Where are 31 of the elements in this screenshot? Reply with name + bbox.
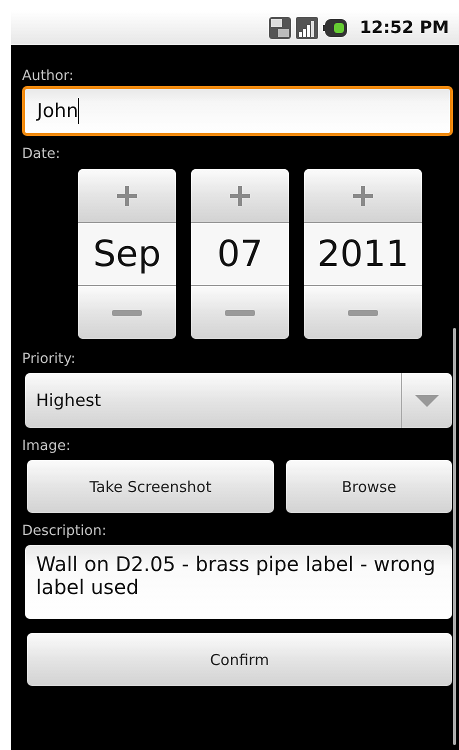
- confirm-button[interactable]: Confirm: [27, 633, 452, 686]
- battery-icon: [322, 18, 347, 36]
- picker-value: 2011: [304, 223, 422, 285]
- minus-icon: [225, 310, 255, 316]
- image-label: Image:: [22, 437, 72, 456]
- description-label: Description:: [22, 522, 108, 541]
- description-field[interactable]: Wall on D2.05 - brass pipe label - wrong label used: [25, 545, 452, 619]
- author-label: Author:: [22, 67, 75, 86]
- plus-icon: [117, 186, 137, 206]
- minus-icon: [112, 310, 142, 316]
- dropdown-arrow-icon: [415, 394, 439, 406]
- date-label: Date:: [22, 145, 62, 164]
- signal-icon: [296, 16, 318, 38]
- network-type-icon: [268, 16, 291, 38]
- plus-icon: [230, 186, 250, 206]
- picker-value: Sep: [78, 223, 176, 285]
- browse-button[interactable]: Browse: [286, 460, 452, 513]
- increment-button[interactable]: [78, 169, 176, 223]
- screenshot-button[interactable]: Take Screenshot: [27, 460, 274, 513]
- status-time: 12:52 PM: [360, 18, 449, 38]
- decrement-button[interactable]: [304, 285, 422, 339]
- priority-label: Priority:: [22, 350, 77, 369]
- increment-button[interactable]: [191, 169, 289, 223]
- decrement-button[interactable]: [78, 285, 176, 339]
- author-field[interactable]: John: [22, 86, 453, 136]
- increment-button[interactable]: [304, 169, 422, 223]
- decrement-button[interactable]: [191, 285, 289, 339]
- priority-dropdown[interactable]: Highest: [25, 373, 452, 428]
- picker-value: 07: [191, 223, 289, 285]
- plus-icon: [353, 186, 373, 206]
- minus-icon: [348, 310, 378, 316]
